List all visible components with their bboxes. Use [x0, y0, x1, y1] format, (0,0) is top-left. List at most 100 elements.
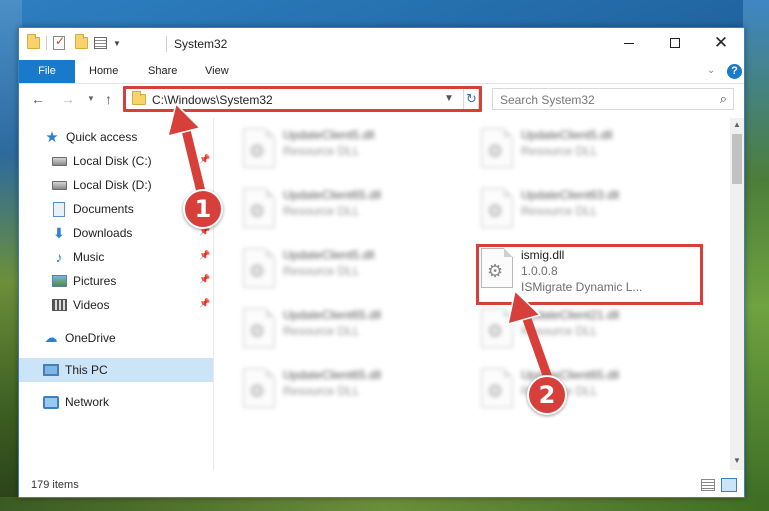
tab-share[interactable]: Share [148, 60, 177, 83]
dll-file-icon: ⚙ [481, 188, 513, 228]
file-name: UpdateClient65.dll [283, 308, 382, 322]
status-bar: 179 items [19, 474, 744, 497]
file-description: Resource DLL [283, 324, 360, 338]
navigation-pane: ★ Quick access Local Disk (C:) 📌 Local D… [19, 118, 214, 470]
dll-file-icon: ⚙ [481, 308, 513, 348]
sidebar-item-label: Network [65, 395, 110, 409]
navigation-bar: ← → ▼ ↑ C:\Windows\System32 ▼ ↻ Search S… [19, 85, 744, 115]
list-item[interactable]: ⚙ UpdateClient65.dll Resource DLL [235, 306, 455, 356]
item-count: 179 items [31, 479, 79, 491]
list-item[interactable]: ⚙ UpdateClient5.dll Resource DLL [473, 126, 693, 176]
file-list: ⚙ UpdateClient5.dll Resource DLL ⚙ Updat… [215, 118, 730, 470]
pin-icon[interactable]: 📌 [199, 154, 210, 165]
documents-icon [51, 201, 67, 217]
dll-file-icon: ⚙ [243, 188, 275, 228]
list-item[interactable]: ⚙ UpdateClient5.dll Resource DLL [235, 246, 455, 296]
file-name: UpdateClient65.dll [283, 368, 382, 382]
properties-icon[interactable] [94, 37, 107, 49]
sidebar-item-label: Videos [73, 298, 110, 312]
vertical-scrollbar[interactable]: ▲ ▼ [730, 118, 744, 470]
folder-icon[interactable] [27, 34, 40, 49]
search-placeholder[interactable]: Search System32 [500, 93, 595, 107]
pin-icon[interactable]: 📌 [199, 274, 210, 285]
help-icon[interactable]: ? [727, 64, 742, 79]
minimize-button[interactable] [606, 28, 652, 58]
list-item[interactable]: ⚙ UpdateClient65.dll Resource DLL [473, 366, 693, 416]
file-description: Resource DLL [283, 264, 360, 278]
file-name: UpdateClient5.dll [283, 128, 375, 142]
window-title: System32 [174, 37, 228, 51]
quick-access-toolbar: ▼ [27, 34, 121, 50]
music-icon: ♪ [55, 249, 63, 265]
tab-home[interactable]: Home [89, 60, 118, 83]
file-description: Resource DLL [521, 324, 598, 338]
sidebar-item-pictures[interactable]: Pictures 📌 [19, 269, 213, 293]
maximize-icon [670, 38, 680, 48]
list-item[interactable]: ⚙ UpdateClient65.dll Resource DLL [235, 186, 455, 236]
sidebar-item-music[interactable]: ♪ Music 📌 [19, 245, 213, 269]
sidebar-item-label: Quick access [66, 130, 138, 144]
close-button[interactable]: ✕ [698, 28, 744, 58]
sidebar-item-local-disk-c[interactable]: Local Disk (C:) 📌 [19, 149, 213, 173]
file-name: UpdateClient21.dll [521, 308, 620, 322]
pin-icon[interactable]: 📌 [199, 250, 210, 261]
ribbon-tabs: File Home Share View ⌄ ? [19, 60, 744, 84]
sidebar-item-videos[interactable]: Videos 📌 [19, 293, 213, 317]
file-explorer-window: ▼ System32 ✕ File Home Share View ⌄ ? ← … [18, 27, 745, 498]
dll-file-icon: ⚙ [481, 368, 513, 408]
sidebar-item-local-disk-d[interactable]: Local Disk (D:) [19, 173, 213, 197]
tab-view[interactable]: View [205, 60, 229, 83]
file-name: UpdateClient65.dll [283, 188, 382, 202]
file-name: UpdateClient63.dll [521, 188, 620, 202]
sidebar-item-label: Local Disk (C:) [73, 154, 152, 168]
sidebar-item-quick-access[interactable]: ★ Quick access [19, 125, 213, 149]
this-pc-icon [43, 362, 59, 378]
large-icons-view-icon[interactable] [721, 478, 737, 492]
disk-icon [51, 177, 67, 193]
sidebar-item-downloads[interactable]: ⬇ Downloads 📌 [19, 221, 213, 245]
dll-file-icon: ⚙ [243, 308, 275, 348]
minimize-icon [624, 42, 634, 44]
onedrive-icon: ☁ [44, 330, 58, 345]
step-2-badge: 2 [527, 375, 567, 415]
properties-check-icon[interactable] [53, 34, 65, 50]
list-item[interactable]: ⚙ UpdateClient65.dll Resource DLL [235, 366, 455, 416]
search-box[interactable]: Search System32 ⌕ [492, 88, 734, 110]
maximize-button[interactable] [652, 28, 698, 58]
list-item[interactable]: ⚙ UpdateClient21.dll Resource DLL [473, 306, 693, 356]
search-icon[interactable]: ⌕ [720, 91, 727, 107]
list-item[interactable]: ⚙ UpdateClient5.dll Resource DLL [235, 126, 455, 176]
title-bar: ▼ System32 ✕ [19, 28, 744, 60]
toolbar-separator [46, 36, 47, 50]
new-folder-icon[interactable] [75, 34, 88, 49]
sidebar-item-label: OneDrive [65, 331, 116, 345]
sidebar-item-label: Local Disk (D:) [73, 178, 152, 192]
pictures-icon [51, 273, 67, 289]
dll-file-icon: ⚙ [243, 368, 275, 408]
customize-toolbar-chevron-icon[interactable]: ▼ [113, 39, 121, 48]
sidebar-item-this-pc[interactable]: This PC [19, 358, 213, 382]
desktop-right-edge [743, 0, 769, 511]
expand-ribbon-chevron-icon[interactable]: ⌄ [707, 65, 715, 76]
recent-locations-chevron-icon[interactable]: ▼ [87, 94, 95, 103]
file-description: Resource DLL [521, 204, 598, 218]
details-view-icon[interactable] [701, 479, 715, 491]
file-description: Resource DLL [283, 144, 360, 158]
pin-icon[interactable]: 📌 [199, 298, 210, 309]
back-arrow-icon[interactable]: ← [31, 91, 45, 107]
up-arrow-icon[interactable]: ↑ [105, 91, 112, 107]
tab-file[interactable]: File [19, 60, 75, 83]
sidebar-item-onedrive[interactable]: ☁ OneDrive [19, 326, 213, 350]
scrollbar-thumb[interactable] [732, 134, 742, 184]
dll-file-icon: ⚙ [481, 128, 513, 168]
downloads-icon: ⬇ [53, 224, 65, 241]
videos-icon [51, 297, 67, 313]
scroll-up-arrow-icon[interactable]: ▲ [733, 120, 741, 129]
step-1-badge: 1 [183, 189, 223, 229]
list-item[interactable]: ⚙ UpdateClient63.dll Resource DLL [473, 186, 693, 236]
ismig-highlight-box [476, 244, 703, 305]
sidebar-item-network[interactable]: Network [19, 390, 213, 414]
title-separator [166, 36, 167, 52]
forward-arrow-icon[interactable]: → [61, 91, 75, 107]
scroll-down-arrow-icon[interactable]: ▼ [733, 456, 741, 465]
